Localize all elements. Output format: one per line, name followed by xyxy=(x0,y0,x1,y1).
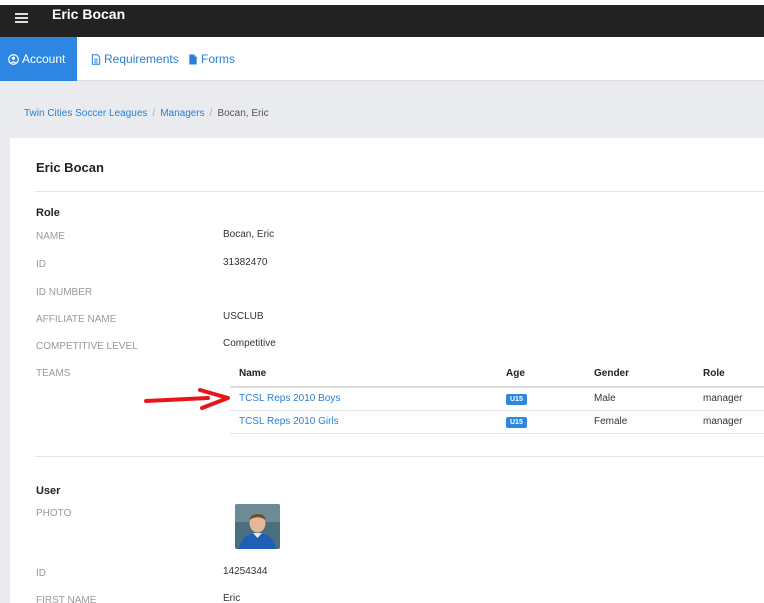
file-icon xyxy=(189,53,197,65)
field-value-id: 31382470 xyxy=(223,257,268,268)
field-label-affiliate-name: AFFILIATE NAME xyxy=(36,314,117,325)
avatar xyxy=(235,504,280,549)
team-gender: Female xyxy=(585,410,694,434)
user-photo[interactable] xyxy=(235,504,280,549)
field-label-user-id: ID xyxy=(36,568,46,579)
field-label-teams: TEAMS xyxy=(36,368,71,379)
document-icon xyxy=(91,53,101,65)
breadcrumb-current: Bocan, Eric xyxy=(217,108,269,119)
field-value-first-name: Eric xyxy=(223,593,241,603)
tab-forms[interactable]: Forms xyxy=(180,37,243,81)
field-label-first-name: FIRST NAME xyxy=(36,595,97,603)
tab-account[interactable]: Account xyxy=(0,37,77,81)
field-label-photo: PHOTO xyxy=(36,508,72,519)
tab-forms-label: Forms xyxy=(201,52,235,66)
column-header-name: Name xyxy=(230,360,497,388)
tab-requirements-label: Requirements xyxy=(104,52,179,66)
card-title: Eric Bocan xyxy=(36,160,104,175)
field-label-name: NAME xyxy=(36,231,65,242)
user-circle-icon xyxy=(8,53,19,65)
team-link[interactable]: TCSL Reps 2010 Boys xyxy=(239,393,340,404)
role-section-title: Role xyxy=(36,207,60,219)
age-badge: U15 xyxy=(506,393,527,405)
column-header-gender: Gender xyxy=(585,360,694,388)
column-header-age: Age xyxy=(497,360,585,388)
hamburger-menu-icon[interactable] xyxy=(8,9,36,29)
field-label-competitive-level: COMPETITIVE LEVEL xyxy=(36,341,138,352)
age-badge: U15 xyxy=(506,416,527,428)
red-arrow-annotation-icon xyxy=(144,388,230,410)
breadcrumb: Twin Cities Soccer Leagues / Managers / Boca… xyxy=(24,108,269,119)
page-header-title: Eric Bocan xyxy=(52,6,126,22)
teams-table: Name Age Gender Role TCSL Reps 2010 Boys… xyxy=(230,360,764,434)
top-bar: Eric Bocan xyxy=(0,0,764,37)
user-section-title: User xyxy=(36,485,61,497)
team-gender: Male xyxy=(585,387,694,411)
team-role: manager xyxy=(694,410,764,434)
profile-card: Eric Bocan Role NAME Bocan, Eric ID 3138… xyxy=(10,138,764,603)
tab-bar: Account Requirements Forms xyxy=(0,37,764,81)
breadcrumb-managers-link[interactable]: Managers xyxy=(160,108,204,119)
table-row: TCSL Reps 2010 Girls U15 Female manager xyxy=(230,410,764,434)
breadcrumb-league-link[interactable]: Twin Cities Soccer Leagues xyxy=(24,108,147,119)
table-row: TCSL Reps 2010 Boys U15 Male manager xyxy=(230,387,764,411)
divider xyxy=(35,456,764,457)
field-value-affiliate-name: USCLUB xyxy=(223,311,264,322)
field-value-user-id: 14254344 xyxy=(223,566,268,577)
field-value-name: Bocan, Eric xyxy=(223,229,275,240)
tab-account-label: Account xyxy=(22,52,66,66)
table-header-row: Name Age Gender Role xyxy=(230,360,764,388)
field-label-id: ID xyxy=(36,259,46,270)
field-label-id-number: ID NUMBER xyxy=(36,287,93,298)
column-header-role: Role xyxy=(694,360,764,388)
tab-requirements[interactable]: Requirements xyxy=(83,37,187,81)
team-link[interactable]: TCSL Reps 2010 Girls xyxy=(239,416,339,427)
team-role: manager xyxy=(694,387,764,411)
divider xyxy=(35,191,764,192)
field-value-competitive-level: Competitive xyxy=(223,338,276,349)
